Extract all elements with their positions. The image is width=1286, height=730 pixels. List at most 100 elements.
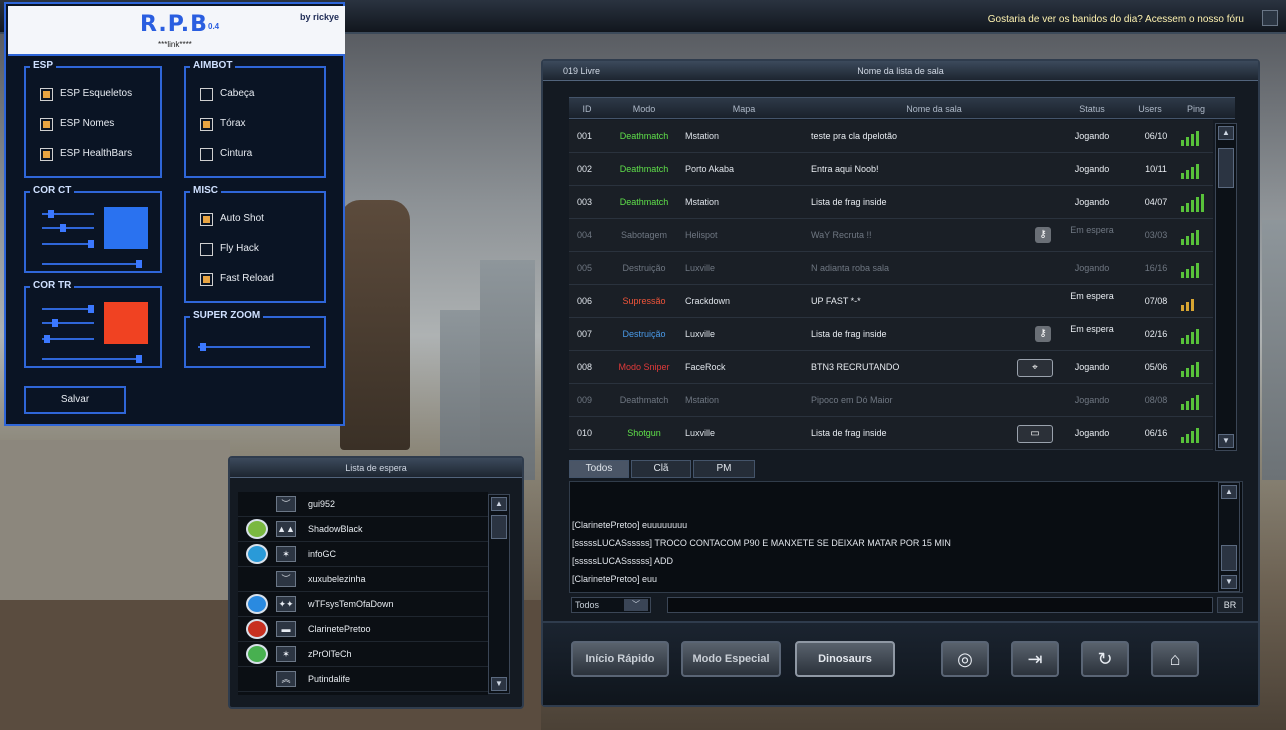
tab-cla[interactable]: Clã xyxy=(631,460,691,478)
rank-icon: ▲▲ xyxy=(276,521,296,537)
esp-title: ESP xyxy=(30,60,57,71)
chat-channel-select[interactable]: Todos ﹀ xyxy=(571,597,651,613)
chat-scroll-thumb[interactable] xyxy=(1221,545,1237,571)
cheat-link[interactable]: ***link**** xyxy=(158,40,192,49)
room-row[interactable]: 006 Supressão Crackdown UP FAST *-* Em espe… xyxy=(569,285,1213,318)
tr-alpha-slider[interactable] xyxy=(42,355,142,363)
close-button[interactable] xyxy=(1262,10,1278,26)
room-row[interactable]: 002 Deathmatch Porto Akaba Entra aqui Noob!… xyxy=(569,153,1213,186)
ping-bar xyxy=(1191,431,1194,443)
special-mode-button[interactable]: Modo Especial xyxy=(681,641,781,677)
key-icon: ⚷ xyxy=(1035,227,1051,243)
room-row[interactable]: 004 Sabotagem Helispot WaY Recruta !! Em esp… xyxy=(569,219,1213,252)
ping-bar xyxy=(1191,365,1194,377)
room-row[interactable]: 003 Deathmatch Mstation Lista de frag insid… xyxy=(569,186,1213,219)
scroll-thumb[interactable] xyxy=(1218,148,1234,188)
language-button[interactable]: BR xyxy=(1217,597,1243,613)
crosshair-icon: ⌖ xyxy=(1017,359,1053,377)
room-row[interactable]: 009 Deathmatch Mstation Pipoco em Dó Maior J… xyxy=(569,384,1213,417)
quick-start-button[interactable]: Início Rápido xyxy=(571,641,669,677)
ping-bar xyxy=(1186,137,1189,146)
esp-group: ESP ESP Esqueletos ESP Nomes ESP HealthB… xyxy=(24,60,162,178)
room-row[interactable]: 001 Deathmatch Mstation teste pra cla dpelo… xyxy=(569,120,1213,153)
waiting-player[interactable]: ▬ ClarinetePretoo xyxy=(238,617,488,642)
fast-reload-checkbox[interactable] xyxy=(200,273,213,286)
scroll-down-button[interactable]: ▼ xyxy=(1218,434,1234,448)
tr-red-slider[interactable] xyxy=(42,305,94,313)
chat-scroll-down[interactable]: ▼ xyxy=(1221,575,1237,589)
waiting-player[interactable]: ✶ zPrOlTeCh xyxy=(238,642,488,667)
room-status: Jogando xyxy=(1074,395,1110,405)
chat-line: [ClarinetePretoo] euuuuuuuu xyxy=(572,520,688,530)
col-status[interactable]: Status xyxy=(1063,104,1121,114)
room-row[interactable]: 005 Destruição Luxville N adianta roba sala… xyxy=(569,252,1213,285)
chat-scroll-up[interactable]: ▲ xyxy=(1221,485,1237,499)
wait-scroll-down[interactable]: ▼ xyxy=(491,677,507,691)
esp-healthbars-checkbox[interactable] xyxy=(40,148,53,161)
rank-icon: ✶ xyxy=(276,646,296,662)
auto-shot-checkbox[interactable] xyxy=(200,213,213,226)
room-row[interactable]: 007 Destruição Luxville Lista de frag insid… xyxy=(569,318,1213,351)
room-row[interactable]: 010 Shotgun Luxville Lista de frag inside Jo… xyxy=(569,417,1213,450)
col-map[interactable]: Mapa xyxy=(681,104,807,114)
esp-names-checkbox[interactable] xyxy=(40,118,53,131)
esp-skeleton-label: ESP Esqueletos xyxy=(60,88,133,99)
room-status: Jogando xyxy=(1074,428,1110,438)
room-table: 001 Deathmatch Mstation teste pra cla dpelo… xyxy=(569,120,1213,450)
room-mode: Sabotagem xyxy=(620,230,668,240)
create-room-icon[interactable]: ⌂ xyxy=(1151,641,1199,677)
room-id: 008 xyxy=(577,362,593,372)
wait-scroll-thumb[interactable] xyxy=(491,515,507,539)
aim-waist-checkbox[interactable] xyxy=(200,148,213,161)
ct-green-slider[interactable] xyxy=(42,224,94,232)
col-users[interactable]: Users xyxy=(1125,104,1175,114)
ping-bar xyxy=(1196,395,1199,410)
ping-bar xyxy=(1181,437,1184,443)
scroll-up-button[interactable]: ▲ xyxy=(1218,126,1234,140)
tr-green-slider[interactable] xyxy=(42,319,94,327)
room-users: 06/16 xyxy=(1144,428,1168,438)
globe-icon[interactable]: ◎ xyxy=(941,641,989,677)
fly-hack-checkbox[interactable] xyxy=(200,243,213,256)
wait-scroll-up[interactable]: ▲ xyxy=(491,497,507,511)
chevron-down-icon[interactable]: ﹀ xyxy=(624,599,648,611)
room-status: Jogando xyxy=(1074,263,1110,273)
waiting-player[interactable]: ︶ xuxubelezinha xyxy=(238,567,488,592)
enter-room-icon[interactable]: ⇥ xyxy=(1011,641,1059,677)
waiting-player[interactable]: ︶ gui952 xyxy=(238,492,488,517)
room-name: Entra aqui Noob! xyxy=(811,164,879,174)
col-room-name[interactable]: Nome da sala xyxy=(809,104,1059,114)
waiting-player[interactable]: ︽ Putindalife xyxy=(238,667,488,692)
waiting-player[interactable]: ▲▲ ShadowBlack xyxy=(238,517,488,542)
aim-chest-checkbox[interactable] xyxy=(200,118,213,131)
tr-blue-slider[interactable] xyxy=(42,335,94,343)
ct-blue-slider[interactable] xyxy=(42,240,94,248)
tab-todos[interactable]: Todos xyxy=(569,460,629,478)
key-icon: ⚷ xyxy=(1035,326,1051,342)
col-id[interactable]: ID xyxy=(569,104,605,114)
ping-bars-icon xyxy=(1181,328,1209,344)
dinosaurs-button[interactable]: Dinosaurs xyxy=(795,641,895,677)
ping-bar xyxy=(1186,236,1189,245)
ct-alpha-slider[interactable] xyxy=(42,260,142,268)
chat-input[interactable] xyxy=(667,597,1213,613)
waiting-player[interactable]: ✶ infoGC xyxy=(238,542,488,567)
col-ping[interactable]: Ping xyxy=(1179,104,1213,114)
room-list-scrollbar[interactable]: ▲ ▼ xyxy=(1215,123,1237,451)
waiting-player[interactable]: ✦✦ wTFsysTemOfaDown xyxy=(238,592,488,617)
ping-bars-icon xyxy=(1181,394,1209,410)
room-map: Mstation xyxy=(685,197,720,207)
zoom-slider[interactable] xyxy=(198,343,310,351)
refresh-icon[interactable]: ↻ xyxy=(1081,641,1129,677)
aimbot-group: AIMBOT Cabeça Tórax Cintura xyxy=(184,60,326,178)
aim-head-checkbox[interactable] xyxy=(200,88,213,101)
col-mode[interactable]: Modo xyxy=(609,104,679,114)
ping-bar xyxy=(1191,233,1194,245)
waiting-list-scrollbar[interactable]: ▲ ▼ xyxy=(488,494,510,694)
esp-skeleton-checkbox[interactable] xyxy=(40,88,53,101)
room-row[interactable]: 008 Modo Sniper FaceRock BTN3 RECRUTANDO Jog… xyxy=(569,351,1213,384)
tab-pm[interactable]: PM xyxy=(693,460,755,478)
chat-scrollbar[interactable]: ▲ ▼ xyxy=(1218,482,1240,592)
save-button[interactable]: Salvar xyxy=(24,386,126,414)
ct-red-slider[interactable] xyxy=(42,210,94,218)
